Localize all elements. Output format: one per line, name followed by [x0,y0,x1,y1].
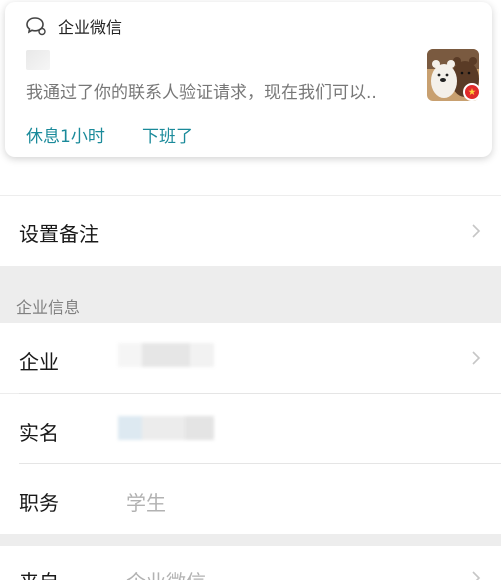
chevron-right-icon [472,224,481,238]
source-row[interactable]: 来自 企业微信 [0,546,501,580]
flag-badge-icon [463,83,481,101]
chevron-right-icon [472,351,481,365]
section-title-company-info: 企业信息 [16,298,81,317]
wecom-icon [26,17,46,36]
source-label: 来自 [19,566,59,580]
company-label: 企业 [19,350,59,374]
company-row[interactable]: 企业 [0,323,501,393]
notification-app-name: 企业微信 [58,18,123,37]
set-remark-row[interactable]: 设置备注 [0,196,501,266]
realname-row: 实名 [0,394,501,464]
source-value: 企业微信 [126,566,206,580]
chevron-right-icon [472,571,481,580]
notification-card[interactable]: 企业微信 我通过了你的联系人验证请求，现在我们可以.. 休息1小时 下班了 [5,2,492,157]
snooze-1-hour-button[interactable]: 休息1小时 [26,122,105,147]
notification-message: 我通过了你的联系人验证请求，现在我们可以.. [26,83,377,103]
realname-value-blurred [118,416,214,440]
company-value-blurred [118,343,214,367]
set-remark-label: 设置备注 [19,222,99,246]
position-row: 职务 学生 [0,464,501,534]
position-value: 学生 [126,491,166,515]
off-work-button[interactable]: 下班了 [142,122,193,147]
position-label: 职务 [19,491,59,515]
sender-avatar-blurred [26,50,50,70]
realname-label: 实名 [19,421,59,445]
